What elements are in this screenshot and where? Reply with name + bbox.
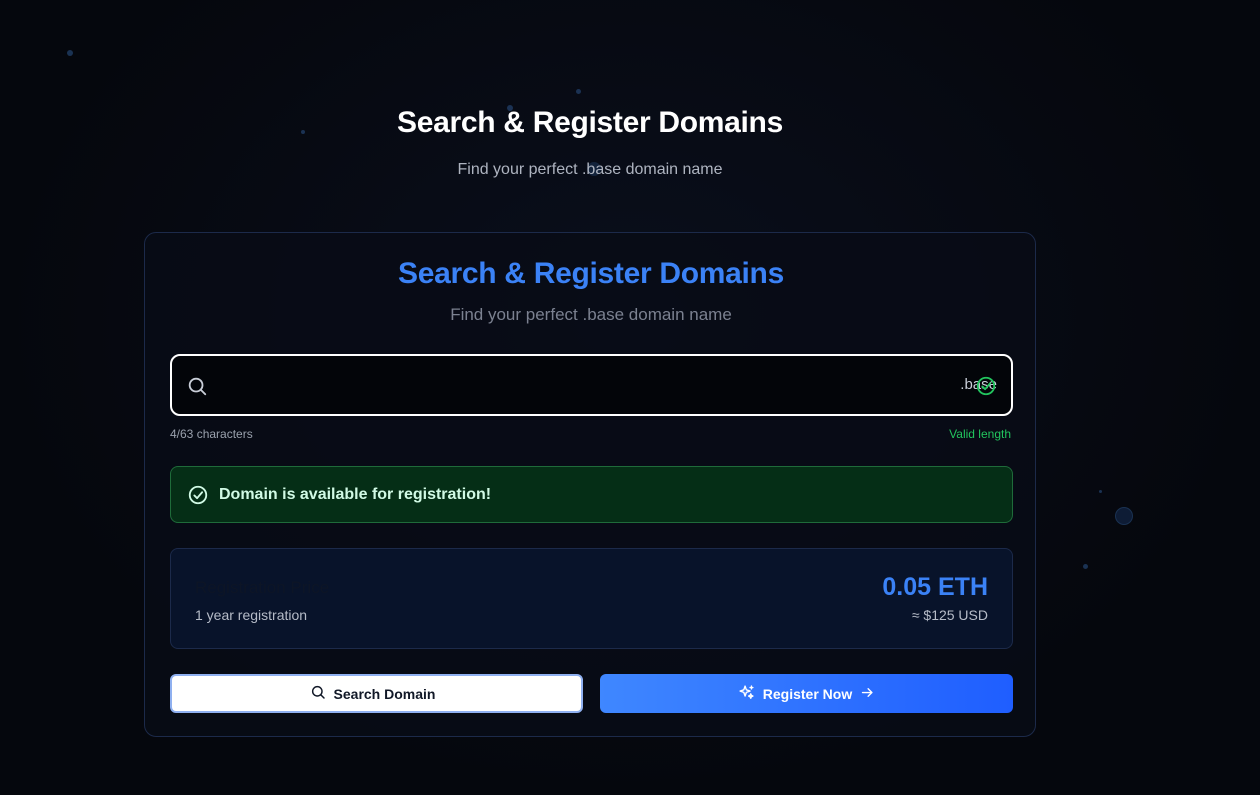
availability-message: Domain is available for registration! [219,486,492,503]
check-circle-icon [187,484,209,506]
register-now-label: Register Now [762,685,853,702]
sparkles-icon [738,684,755,704]
background-dot [576,89,581,94]
search-icon [310,684,326,703]
background-dot [1115,507,1133,525]
background-dot [67,50,73,56]
registration-duration: 1 year registration [195,607,308,623]
check-circle-icon [975,375,997,397]
background-dot [1099,490,1102,493]
search-domain-label: Search Domain [333,685,436,702]
register-now-button[interactable]: Register Now [600,674,1013,713]
domain-search-card: Search & Register Domains Find your perf… [144,232,1036,737]
character-count: 4/63 characters [170,427,253,441]
length-validity: Valid length [949,427,1011,441]
search-domain-button[interactable]: Search Domain [170,674,583,713]
price-eth: 0.05 ETH [882,573,988,601]
card-subtitle: Find your perfect .base domain name [450,305,732,324]
page: Search & Register Domains Find your perf… [0,0,1260,795]
availability-banner: Domain is available for registration! [170,466,1013,523]
domain-search-input[interactable] [218,368,922,404]
registration-price-panel: Registration Price 1 year registration 0… [170,548,1013,649]
hero-title: Search & Register Domains [397,106,783,139]
search-icon [186,375,208,397]
price-usd: ≈ $125 USD [911,607,988,623]
card-title: Search & Register Domains [398,257,784,290]
hero-subtitle: Find your perfect .base domain name [457,161,723,178]
price-label: Registration Price [195,578,330,597]
arrow-right-icon [860,685,875,703]
background-dot [1083,564,1088,569]
domain-search-field[interactable]: .base [170,354,1013,416]
